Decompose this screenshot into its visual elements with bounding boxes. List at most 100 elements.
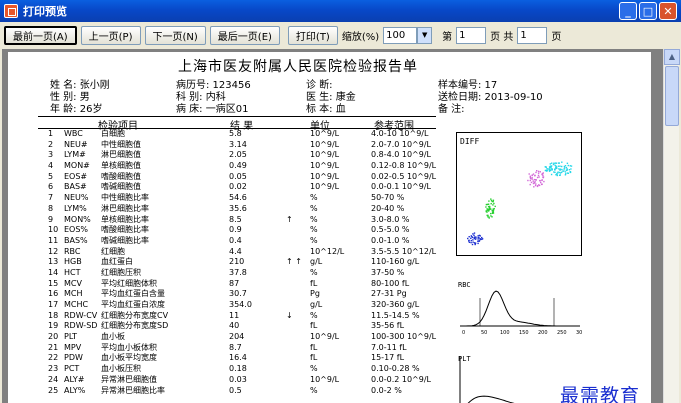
cell-no: 22 (48, 353, 59, 363)
page-input[interactable]: 1 (456, 26, 487, 44)
table-row: 19 RDW-SD 红细胞分布宽度SD 40 fL 35-56 fL (48, 321, 448, 332)
diff-dot (531, 178, 533, 180)
diff-dot (552, 163, 555, 166)
cell-code: NEU% (64, 193, 89, 203)
cell-unit: 10^9/L (310, 139, 340, 149)
cell-result: 0.49 (229, 161, 247, 171)
cell-result: 37.8 (229, 267, 247, 277)
rbc-tick-label: 250 (557, 330, 567, 336)
rbc-tick-label: 200 (538, 330, 548, 336)
diff-dot (558, 171, 561, 174)
table-row: 15 MCV 平均红细胞体积 87 fL 80-100 fL (48, 279, 448, 290)
table-row: 10 EOS% 嗜酸细胞比率 0.9% 0.5-5.0 % (48, 225, 448, 236)
cell-name: 平均血红蛋白浓度 (101, 300, 165, 309)
print-button[interactable]: 打印(T) (287, 25, 338, 45)
cell-name: 中性细胞比率 (101, 193, 149, 203)
cell-ref: 4.0-10 10^9/L (371, 129, 429, 138)
preview-viewport[interactable]: 上海市医友附属人民医院检验报告单 姓 名: 张小刚 性 别: 男 年 龄: 26… (2, 49, 663, 403)
cell-code: RBC (64, 246, 81, 256)
cell-ref: 0.0-0.2 10^9/L (371, 374, 431, 384)
cell-ref: 0.8-4.0 10^9/L (371, 150, 431, 160)
diff-dot (532, 180, 534, 182)
diff-dot (487, 209, 489, 211)
report-page: 上海市医友附属人民医院检验报告单 姓 名: 张小刚 性 别: 男 年 龄: 26… (8, 52, 651, 403)
cell-result: 40 (229, 321, 240, 331)
zoom-value[interactable]: 100 (383, 26, 418, 44)
diff-dot (554, 171, 556, 174)
diff-dot (477, 240, 479, 242)
cell-result: 2.05 (229, 150, 247, 160)
scroll-up-icon[interactable]: ▲ (664, 49, 680, 65)
diff-dot (468, 241, 471, 243)
diff-dot (570, 168, 572, 170)
cell-ref: 27-31 Pg (371, 289, 407, 299)
diff-dot (535, 171, 537, 174)
diff-dot (564, 165, 567, 167)
cell-unit: fL (310, 342, 318, 352)
cell-name: 嗜碱细胞值 (101, 182, 141, 192)
diff-dot (470, 239, 472, 242)
cell-code: LYM% (64, 203, 87, 213)
cell-no: 23 (48, 364, 59, 374)
diff-dot (490, 203, 492, 205)
maximize-button[interactable]: □ (639, 2, 657, 20)
first-page-button[interactable]: 最前一页(A) (4, 25, 77, 45)
diff-dot (543, 180, 545, 183)
zoom-select[interactable]: 100 ▼ (383, 26, 433, 44)
vertical-scrollbar[interactable]: ▲ (663, 49, 680, 403)
last-page-button[interactable]: 最后一页(E) (209, 25, 280, 45)
cell-result: 35.6 (229, 203, 247, 213)
diff-dot (481, 238, 484, 240)
result-table: 1 WBC 白细胞 5.8 10^9/L 4.0-10 10^9/L 2 NEU# 中性细胞值 3… (48, 129, 448, 396)
cell-no: 10 (48, 225, 59, 235)
table-row: 5 EOS# 嗜酸细胞值 0.05 10^9/L 0.02-0.5 10^9/L (48, 172, 448, 183)
cell-name: 血小板 (101, 332, 125, 342)
cell-code: HGB (64, 257, 82, 267)
diff-dot (547, 168, 549, 170)
diff-dot (541, 183, 543, 185)
cell-code: MON# (64, 161, 90, 171)
cell-code: MCV (64, 278, 82, 288)
table-row: 24 ALY# 异常淋巴细胞值 0.03 10^9/L 0.0-0.2 10^9/L (48, 375, 448, 386)
prev-page-button[interactable]: 上一页(P) (80, 25, 141, 45)
diff-dot (550, 166, 552, 169)
table-row: 6 BAS# 嗜碱细胞值 0.02 10^9/L 0.0-0.1 10^9/L (48, 182, 448, 193)
diff-dot (546, 168, 548, 170)
cell-name: 异常淋巴细胞值 (101, 374, 157, 384)
diff-dot (557, 165, 560, 167)
cell-name: 平均血小板体积 (101, 342, 157, 352)
print-preview-icon (4, 4, 18, 18)
diff-dot (470, 237, 472, 239)
chevron-down-icon[interactable]: ▼ (417, 26, 433, 44)
diff-dot (565, 166, 568, 169)
diff-dot (473, 242, 476, 244)
next-page-button[interactable]: 下一页(N) (144, 25, 206, 45)
diff-dot (478, 234, 481, 237)
rbc-tick-label: 50 (481, 330, 487, 336)
cell-code: EOS# (64, 171, 88, 181)
rbc-tick-label: 300 (576, 330, 582, 336)
diff-dot (561, 161, 563, 163)
cell-no: 20 (48, 332, 59, 342)
scroll-thumb[interactable] (665, 66, 679, 126)
diff-dot (492, 199, 495, 201)
cell-code: LYM# (64, 150, 86, 160)
cell-name: 红细胞分布宽度SD (101, 321, 169, 331)
cell-name: 平均红细胞体积 (101, 278, 157, 288)
diff-dot (477, 235, 479, 237)
cell-unit: % (310, 364, 318, 374)
cell-unit: 10^9/L (310, 129, 340, 138)
cell-unit: % (310, 203, 318, 213)
table-row: 11 BAS% 嗜碱细胞比率 0.4% 0.0-1.0 % (48, 236, 448, 247)
cell-unit: 10^9/L (310, 150, 340, 160)
diff-dot (485, 210, 487, 212)
remark: 备 注: (438, 104, 465, 115)
cell-result: 0.5 (229, 385, 242, 395)
cell-ref: 11.5-14.5 % (371, 310, 420, 320)
cell-code: MON% (64, 214, 91, 224)
close-button[interactable]: ✕ (659, 2, 677, 20)
cell-ref: 100-300 10^9/L (371, 332, 437, 342)
minimize-button[interactable]: _ (619, 2, 637, 20)
total-pages: 1 (517, 26, 548, 44)
cell-unit: 10^9/L (310, 332, 340, 342)
